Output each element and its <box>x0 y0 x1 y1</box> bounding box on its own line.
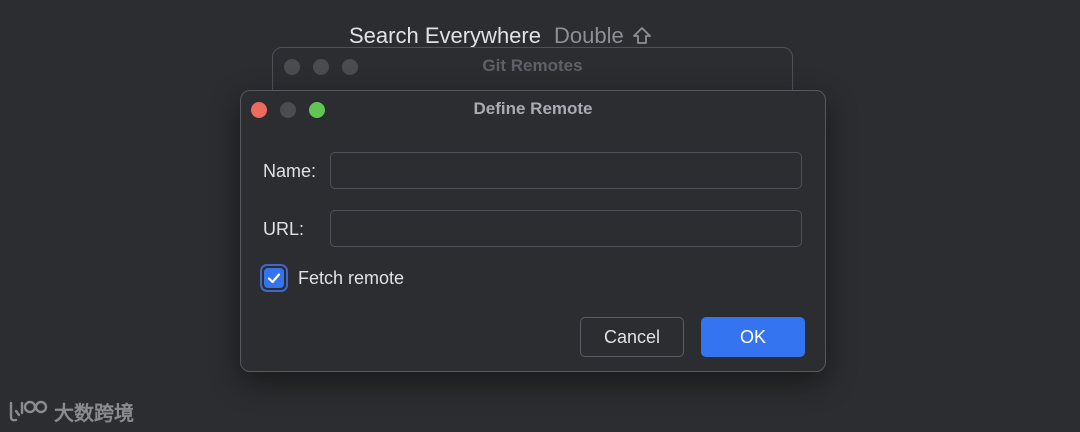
ok-button[interactable]: OK <box>701 317 805 357</box>
url-input[interactable] <box>330 210 802 247</box>
define-remote-dialog: Define Remote Name: URL: Fetch remote Ca… <box>240 90 826 372</box>
window-title: Git Remotes <box>482 56 583 75</box>
dialog-title: Define Remote <box>473 99 593 118</box>
watermark-logo-icon <box>8 399 48 425</box>
search-everywhere-label: Search Everywhere <box>349 23 541 48</box>
watermark: 大数跨境 <box>8 397 134 426</box>
fetch-remote-label[interactable]: Fetch remote <box>298 268 404 289</box>
checkmark-icon <box>267 273 281 284</box>
cancel-button[interactable]: Cancel <box>580 317 684 357</box>
shift-key-icon <box>631 25 653 47</box>
url-label: URL: <box>263 219 305 239</box>
search-everywhere-shortcut: Double <box>553 23 624 48</box>
name-label: Name: <box>263 161 317 181</box>
name-input[interactable] <box>330 152 802 189</box>
fetch-remote-checkbox[interactable] <box>260 264 288 292</box>
watermark-text: 大数跨境 <box>54 403 134 425</box>
